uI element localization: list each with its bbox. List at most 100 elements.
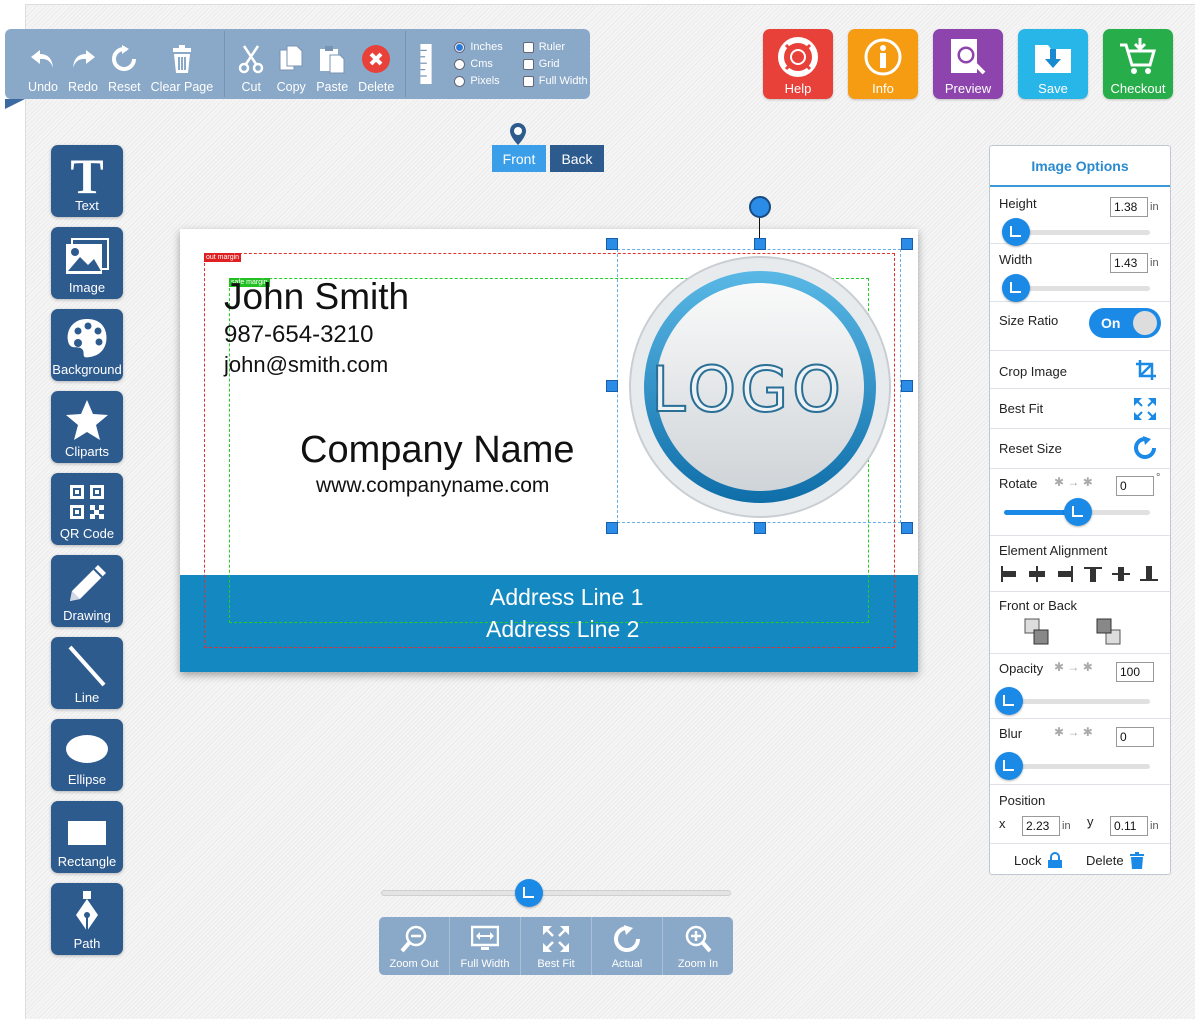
resize-handle-nw[interactable] <box>606 238 618 250</box>
zoom-out-button[interactable]: Zoom Out <box>379 917 450 975</box>
resize-handle-w[interactable] <box>606 380 618 392</box>
image-tool-label: Image <box>68 280 106 295</box>
rotate-input[interactable] <box>1116 476 1154 496</box>
blur-input[interactable] <box>1116 727 1154 747</box>
size-ratio-toggle[interactable]: On <box>1089 308 1161 338</box>
opacity-slider-track[interactable] <box>1004 699 1150 704</box>
best-fit-row[interactable]: Best Fit <box>990 389 1170 429</box>
checkbox-icon <box>522 41 534 53</box>
ruler-checkbox[interactable]: Ruler <box>522 41 588 53</box>
full-width-label: Full Width <box>460 958 510 970</box>
cliparts-tool-button[interactable]: Cliparts <box>51 391 123 463</box>
card-address-line1[interactable]: Address Line 1 <box>490 584 643 611</box>
width-slider-knob[interactable] <box>1002 274 1030 302</box>
zoom-slider-knob[interactable] <box>515 879 543 907</box>
reset-button[interactable]: Reset <box>103 34 146 94</box>
delete-element-button[interactable]: Delete <box>1086 852 1144 869</box>
resize-handle-n[interactable] <box>754 238 766 250</box>
help-button[interactable]: Help <box>763 29 833 99</box>
business-card-canvas[interactable]: out margin safe margin John Smith 987-65… <box>180 229 918 672</box>
reset-size-row[interactable]: Reset Size <box>990 429 1170 469</box>
zoom-in-button[interactable]: Zoom In <box>663 917 733 975</box>
info-icon <box>864 38 902 76</box>
image-tool-button[interactable]: Image <box>51 227 123 299</box>
align-center-icon[interactable] <box>1028 566 1046 582</box>
monitor-icon <box>471 925 499 950</box>
pencil-icon <box>70 565 106 601</box>
height-slider-knob[interactable] <box>1002 218 1030 246</box>
height-input[interactable] <box>1110 197 1148 217</box>
copy-button[interactable]: Copy <box>271 34 311 94</box>
card-email-text[interactable]: john@smith.com <box>224 352 388 378</box>
ellipse-tool-button[interactable]: Ellipse <box>51 719 123 791</box>
best-fit-label: Best Fit <box>999 401 1044 416</box>
resize-handle-se[interactable] <box>901 522 913 534</box>
resize-handle-s[interactable] <box>754 522 766 534</box>
paste-button[interactable]: Paste <box>311 34 353 94</box>
trash-icon <box>1129 852 1144 869</box>
full-width-button[interactable]: Full Width <box>450 917 521 975</box>
opacity-label: Opacity <box>999 661 1044 676</box>
clear-page-button[interactable]: Clear Page <box>146 34 219 94</box>
path-tool-button[interactable]: Path <box>51 883 123 955</box>
cut-button[interactable]: Cut <box>231 34 271 94</box>
position-label: Position <box>999 793 1046 808</box>
zoom-slider-track[interactable] <box>381 890 731 896</box>
blur-slider-knob[interactable] <box>995 752 1023 780</box>
front-side-button[interactable]: Front <box>492 145 546 172</box>
background-tool-button[interactable]: Background <box>51 309 123 381</box>
full-width-checkbox[interactable]: Full Width <box>522 75 588 87</box>
card-address-line2[interactable]: Address Line 2 <box>486 616 639 643</box>
align-middle-icon[interactable] <box>1112 566 1130 582</box>
align-left-icon[interactable] <box>1000 566 1018 582</box>
save-button[interactable]: Save <box>1018 29 1088 99</box>
save-label: Save <box>1038 81 1068 96</box>
back-side-button[interactable]: Back <box>550 145 604 172</box>
lock-button[interactable]: Lock <box>1014 852 1063 869</box>
card-name-text[interactable]: John Smith <box>224 276 409 318</box>
resize-handle-sw[interactable] <box>606 522 618 534</box>
card-website-text[interactable]: www.companyname.com <box>316 474 549 498</box>
checkout-button[interactable]: Checkout <box>1103 29 1173 99</box>
position-y-unit: in <box>1150 820 1159 832</box>
card-company-text[interactable]: Company Name <box>300 429 575 472</box>
grid-checkbox[interactable]: Grid <box>522 58 588 70</box>
opacity-input[interactable] <box>1116 662 1154 682</box>
text-tool-button[interactable]: T Text <box>51 145 123 217</box>
align-right-icon[interactable] <box>1056 566 1074 582</box>
rotate-slider-knob[interactable] <box>1064 498 1092 526</box>
preview-button[interactable]: Preview <box>933 29 1003 99</box>
redo-button[interactable]: Redo <box>63 34 103 94</box>
unit-pixels-radio[interactable]: Pixels <box>454 75 502 87</box>
unit-inches-radio[interactable]: Inches <box>454 41 503 53</box>
unit-cms-radio[interactable]: Cms <box>454 58 502 70</box>
width-input[interactable] <box>1110 253 1148 273</box>
blur-range-icon: ✱ → ✱ <box>1054 725 1093 739</box>
info-button[interactable]: Info <box>848 29 918 99</box>
line-tool-button[interactable]: Line <box>51 637 123 709</box>
align-bottom-icon[interactable] <box>1140 566 1158 582</box>
bring-forward-icon[interactable] <box>1024 618 1050 646</box>
actual-size-button[interactable]: Actual <box>592 917 663 975</box>
copy-icon <box>279 45 303 71</box>
crop-image-row[interactable]: Crop Image <box>990 351 1170 389</box>
drawing-tool-button[interactable]: Drawing <box>51 555 123 627</box>
blur-slider-track[interactable] <box>1004 764 1150 769</box>
front-or-back-section: Front or Back <box>990 592 1170 654</box>
rotate-handle[interactable] <box>749 196 771 218</box>
save-folder-icon <box>1035 45 1071 73</box>
resize-handle-e[interactable] <box>901 380 913 392</box>
resize-handle-ne[interactable] <box>901 238 913 250</box>
position-y-input[interactable] <box>1110 816 1148 836</box>
zoom-in-icon <box>685 925 712 953</box>
undo-button[interactable]: Undo <box>23 34 63 94</box>
rectangle-tool-button[interactable]: Rectangle <box>51 801 123 873</box>
send-backward-icon[interactable] <box>1096 618 1122 646</box>
delete-button[interactable]: Delete <box>353 34 399 94</box>
card-phone-text[interactable]: 987-654-3210 <box>224 321 373 349</box>
position-x-input[interactable] <box>1022 816 1060 836</box>
align-top-icon[interactable] <box>1084 566 1102 582</box>
qr-code-tool-button[interactable]: QR Code <box>51 473 123 545</box>
opacity-slider-knob[interactable] <box>995 687 1023 715</box>
best-fit-button[interactable]: Best Fit <box>521 917 592 975</box>
